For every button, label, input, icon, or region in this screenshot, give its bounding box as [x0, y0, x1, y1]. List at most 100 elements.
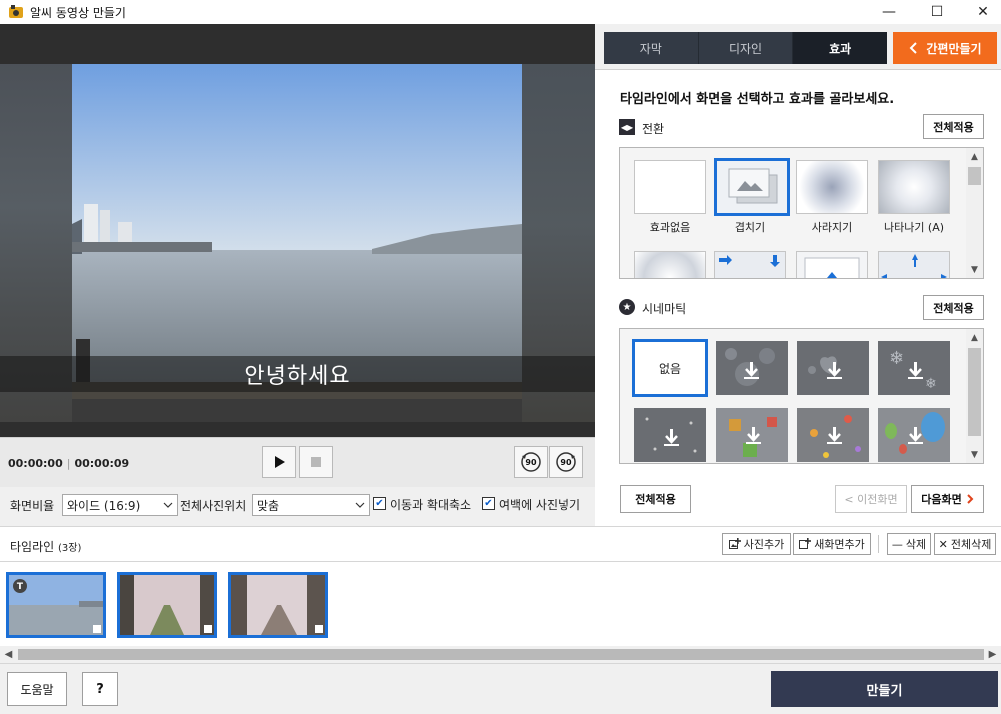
position-label: 전체사진위치 — [180, 499, 247, 513]
delete-button[interactable]: — 삭제 — [887, 533, 931, 555]
cinematic-gifts-tile[interactable] — [716, 408, 788, 462]
close-button[interactable]: ✕ — [960, 0, 1001, 24]
cinematic-flowers-tile[interactable] — [797, 408, 869, 462]
close-icon: ✕ — [977, 4, 989, 20]
add-photo-button[interactable]: 사진추가 — [722, 533, 791, 555]
scroll-right-icon[interactable]: ▶ — [984, 646, 1001, 663]
star-icon: ★ — [619, 299, 635, 315]
cinematic-snow-tile[interactable]: ❄ ❄ — [878, 341, 950, 395]
easy-make-label: 간편만들기 — [926, 41, 982, 56]
cinematic-none-tile[interactable]: 없음 — [632, 339, 708, 397]
transition-apply-all-button[interactable]: 전체적용 — [923, 114, 984, 139]
app-logo-icon — [9, 5, 23, 18]
cinematic-bubbles-tile[interactable] — [716, 341, 788, 395]
timeline-strip: T — [0, 562, 1001, 646]
transition-fade-out-label: 사라지기 — [811, 221, 853, 234]
prev-screen-button[interactable]: < 이전화면 — [835, 485, 907, 513]
timeline-thumb-3[interactable] — [228, 572, 328, 638]
cinematic-title: 시네마틱 — [642, 302, 687, 316]
timeline-thumb-2[interactable] — [117, 572, 217, 638]
tab-design[interactable]: 디자인 — [699, 32, 794, 64]
cinematic-dots-tile[interactable] — [634, 408, 706, 462]
chevron-right-icon — [967, 494, 974, 504]
current-time: 00:00:00 — [8, 457, 63, 470]
timeline-count: (3장) — [58, 543, 82, 554]
play-button[interactable] — [262, 446, 296, 478]
transition-tile-7[interactable] — [796, 251, 868, 278]
cinematic-apply-all-button[interactable]: 전체적용 — [923, 295, 984, 320]
delete-all-button[interactable]: ✕ 전체삭제 — [934, 533, 996, 555]
svg-text:❄: ❄ — [925, 376, 937, 392]
chevron-left-icon — [909, 42, 918, 54]
position-value: 맞춤 — [257, 498, 280, 513]
scroll-thumb[interactable] — [968, 167, 981, 185]
maximize-button[interactable]: ☐ — [914, 0, 960, 24]
tab-effects[interactable]: 효과 — [793, 32, 888, 64]
cinematic-hearts-tile[interactable] — [797, 341, 869, 395]
transition-overlap-tile[interactable] — [714, 158, 790, 216]
preview-stage: 안녕하세요 — [0, 64, 595, 422]
stop-button[interactable] — [299, 446, 333, 478]
play-icon — [275, 456, 285, 468]
transition-none-label: 효과없음 — [649, 221, 691, 234]
transition-fade-out-tile[interactable] — [796, 160, 868, 214]
transition-tile-6[interactable] — [714, 251, 786, 278]
transition-none-tile[interactable] — [634, 160, 706, 214]
cinematic-scrollbar[interactable]: ▲ ▼ — [966, 329, 983, 463]
scroll-left-icon[interactable]: ◀ — [0, 646, 17, 663]
text-badge: T — [17, 582, 24, 592]
thumb-image-lake: T — [9, 575, 103, 635]
next-screen-label: 다음화면 — [921, 493, 962, 506]
tab-bar: 자막 디자인 효과 — [604, 32, 888, 64]
minimize-button[interactable]: — — [866, 0, 912, 24]
transition-tile-5[interactable] — [634, 251, 706, 278]
next-screen-button[interactable]: 다음화면 — [911, 485, 984, 513]
ratio-select[interactable]: 와이드 (16:9) — [62, 494, 178, 516]
subtitle-text: 안녕하세요 — [244, 364, 351, 389]
scroll-thumb[interactable] — [968, 348, 981, 436]
title-bar: 알씨 동영상 만들기 — ☐ ✕ — [0, 0, 1001, 24]
help-button[interactable]: 도움말 — [7, 672, 67, 706]
question-button[interactable]: ? — [82, 672, 118, 706]
zoom-checkbox[interactable]: ✔ — [373, 497, 386, 510]
margin-checkbox[interactable]: ✔ — [482, 497, 495, 510]
minimize-icon: — — [882, 4, 896, 20]
scroll-up-icon[interactable]: ▲ — [966, 148, 983, 165]
scroll-down-icon[interactable]: ▼ — [966, 446, 983, 463]
rotate-left-button[interactable]: 90 — [514, 446, 548, 478]
divider — [878, 535, 879, 553]
transition-fade-in-label: 나타나기 (A) — [883, 221, 945, 234]
scroll-up-icon[interactable]: ▲ — [966, 329, 983, 346]
transition-scrollbar[interactable]: ▲ ▼ — [966, 148, 983, 278]
panel-apply-all-button[interactable]: 전체적용 — [620, 485, 691, 513]
add-screen-button[interactable]: 새화면추가 — [793, 533, 871, 555]
download-icon — [725, 348, 775, 386]
time-display: 00:00:00 | 00:00:09 — [8, 457, 130, 470]
delete-label: 삭제 — [905, 538, 927, 551]
download-icon — [885, 412, 945, 454]
delete-all-label: 전체삭제 — [950, 538, 992, 551]
scroll-thumb[interactable] — [18, 649, 984, 660]
transition-fade-in-tile[interactable] — [878, 160, 950, 214]
transition-tile-8[interactable] — [878, 251, 950, 278]
rotate-right-button[interactable]: 90 — [549, 446, 583, 478]
download-icon — [808, 356, 842, 379]
timeline-scrollbar[interactable]: ◀ ▶ — [0, 646, 1001, 663]
easy-make-button[interactable]: 간편만들기 — [893, 32, 997, 64]
transition-overlap-label: 겹치기 — [734, 221, 766, 234]
cinematic-balloon-tile[interactable] — [878, 408, 950, 462]
timeline-thumb-1[interactable]: T — [6, 572, 106, 638]
instruction-text: 타임라인에서 화면을 선택하고 효과를 골라보세요. — [620, 92, 895, 107]
make-button[interactable]: 만들기 — [771, 671, 998, 707]
expand-arrows-icon — [881, 254, 947, 278]
scroll-down-icon[interactable]: ▼ — [966, 261, 983, 278]
maximize-icon: ☐ — [930, 4, 944, 20]
chevron-down-icon — [355, 502, 365, 508]
svg-text:❄: ❄ — [889, 348, 904, 369]
ratio-label: 화면비율 — [10, 499, 55, 513]
transition-title: 전환 — [642, 122, 665, 136]
tab-subtitle[interactable]: 자막 — [604, 32, 699, 64]
position-select[interactable]: 맞춤 — [252, 494, 370, 516]
add-screen-label: 새화면추가 — [814, 538, 865, 551]
window-title: 알씨 동영상 만들기 — [30, 6, 126, 20]
